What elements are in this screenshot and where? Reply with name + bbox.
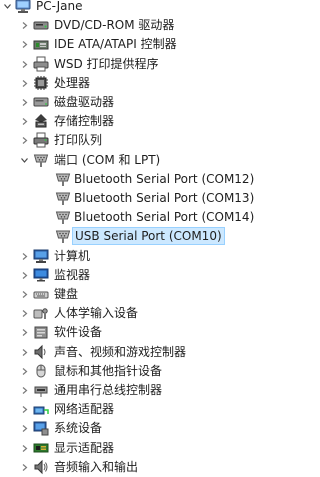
tree-node-label: Bluetooth Serial Port (COM12) bbox=[74, 171, 255, 186]
tree-node-label: 人体学输入设备 bbox=[54, 306, 139, 321]
display-adapter-icon bbox=[33, 440, 49, 456]
chevron-right-icon[interactable] bbox=[20, 78, 29, 89]
tree-node-label: 鼠标和其他指针设备 bbox=[54, 363, 163, 378]
tree-node-label: 计算机 bbox=[54, 248, 91, 263]
chevron-right-icon[interactable] bbox=[20, 327, 29, 338]
usb-controller-icon bbox=[33, 382, 49, 398]
chevron-right-icon[interactable] bbox=[20, 347, 29, 358]
tree-node-label: IDE ATA/ATAPI 控制器 bbox=[54, 37, 177, 52]
disk-drive-icon bbox=[33, 94, 49, 110]
tree-node-label: 键盘 bbox=[54, 287, 79, 301]
chevron-right-icon[interactable] bbox=[20, 251, 29, 262]
tree-node-label: 磁盘驱动器 bbox=[54, 95, 115, 109]
port-icon bbox=[55, 209, 71, 225]
storage-controller-icon bbox=[33, 113, 49, 129]
print-queue-icon bbox=[33, 132, 49, 148]
tree-node-label: 声音、视频和游戏控制器 bbox=[54, 344, 187, 359]
tree-node-label: 处理器 bbox=[54, 75, 91, 90]
chevron-right-icon[interactable] bbox=[20, 135, 29, 146]
tree-node-label: 打印队列 bbox=[54, 133, 103, 148]
chevron-right-icon[interactable] bbox=[20, 308, 29, 319]
processor-icon bbox=[33, 75, 49, 91]
tree-node-label: 系统设备 bbox=[54, 421, 103, 436]
mouse-icon bbox=[33, 363, 49, 379]
tree-node-label: USB Serial Port (COM10) bbox=[72, 227, 225, 246]
port-icon bbox=[55, 228, 71, 244]
chevron-right-icon[interactable] bbox=[20, 385, 29, 396]
port-icon bbox=[33, 152, 49, 168]
tree-node-label: 显示适配器 bbox=[54, 440, 115, 455]
chevron-right-icon[interactable] bbox=[20, 423, 29, 434]
chevron-down-icon[interactable] bbox=[3, 1, 12, 12]
tree-node-label: Bluetooth Serial Port (COM14) bbox=[74, 210, 255, 225]
software-device-icon bbox=[33, 324, 49, 340]
wsd-printer-icon bbox=[33, 56, 49, 72]
speaker-icon bbox=[33, 344, 49, 360]
system-device-icon bbox=[33, 420, 49, 436]
tree-node-label: 软件设备 bbox=[54, 325, 103, 340]
monitor-icon bbox=[33, 267, 49, 283]
chevron-right-icon[interactable] bbox=[20, 39, 29, 50]
chevron-right-icon[interactable] bbox=[20, 462, 29, 473]
tree-node-label: 监视器 bbox=[54, 267, 91, 282]
tree-node-label: 网络适配器 bbox=[54, 402, 115, 417]
chevron-right-icon[interactable] bbox=[20, 59, 29, 70]
chevron-right-icon[interactable] bbox=[20, 270, 29, 281]
chevron-down-icon[interactable] bbox=[20, 155, 29, 166]
chevron-right-icon[interactable] bbox=[20, 97, 29, 108]
tree-node-label: 通用串行总线控制器 bbox=[54, 383, 163, 397]
hid-icon bbox=[33, 305, 49, 321]
port-icon bbox=[55, 171, 71, 187]
network-adapter-icon bbox=[33, 401, 49, 417]
computer-monitor-icon bbox=[33, 248, 49, 264]
keyboard-icon bbox=[33, 286, 49, 302]
device-tree: PC-Jane DVD/CD-ROM 驱动器 IDE ATA/ATAPI 控制器 WS… bbox=[0, 0, 275, 475]
chevron-right-icon[interactable] bbox=[20, 20, 29, 31]
chevron-right-icon[interactable] bbox=[20, 116, 29, 127]
chevron-right-icon[interactable] bbox=[20, 443, 29, 454]
tree-node-label: 存储控制器 bbox=[54, 114, 115, 129]
tree-node-label: Bluetooth Serial Port (COM13) bbox=[74, 191, 255, 205]
dvd-drive-icon bbox=[33, 17, 49, 33]
computer-icon bbox=[15, 0, 31, 14]
tree-node-label: DVD/CD-ROM 驱动器 bbox=[54, 18, 175, 33]
tree-node-label: PC-Jane bbox=[36, 0, 83, 13]
tree-node-label: 端口 (COM 和 LPT) bbox=[54, 152, 161, 167]
tree-node-label: WSD 打印提供程序 bbox=[54, 56, 159, 71]
audio-io-icon bbox=[33, 459, 49, 475]
port-icon bbox=[55, 190, 71, 206]
chevron-right-icon[interactable] bbox=[20, 404, 29, 415]
chevron-right-icon[interactable] bbox=[20, 366, 29, 377]
tree-node-label: 音频输入和输出 bbox=[54, 459, 139, 474]
chevron-right-icon[interactable] bbox=[20, 289, 29, 300]
ide-controller-icon bbox=[33, 36, 49, 52]
